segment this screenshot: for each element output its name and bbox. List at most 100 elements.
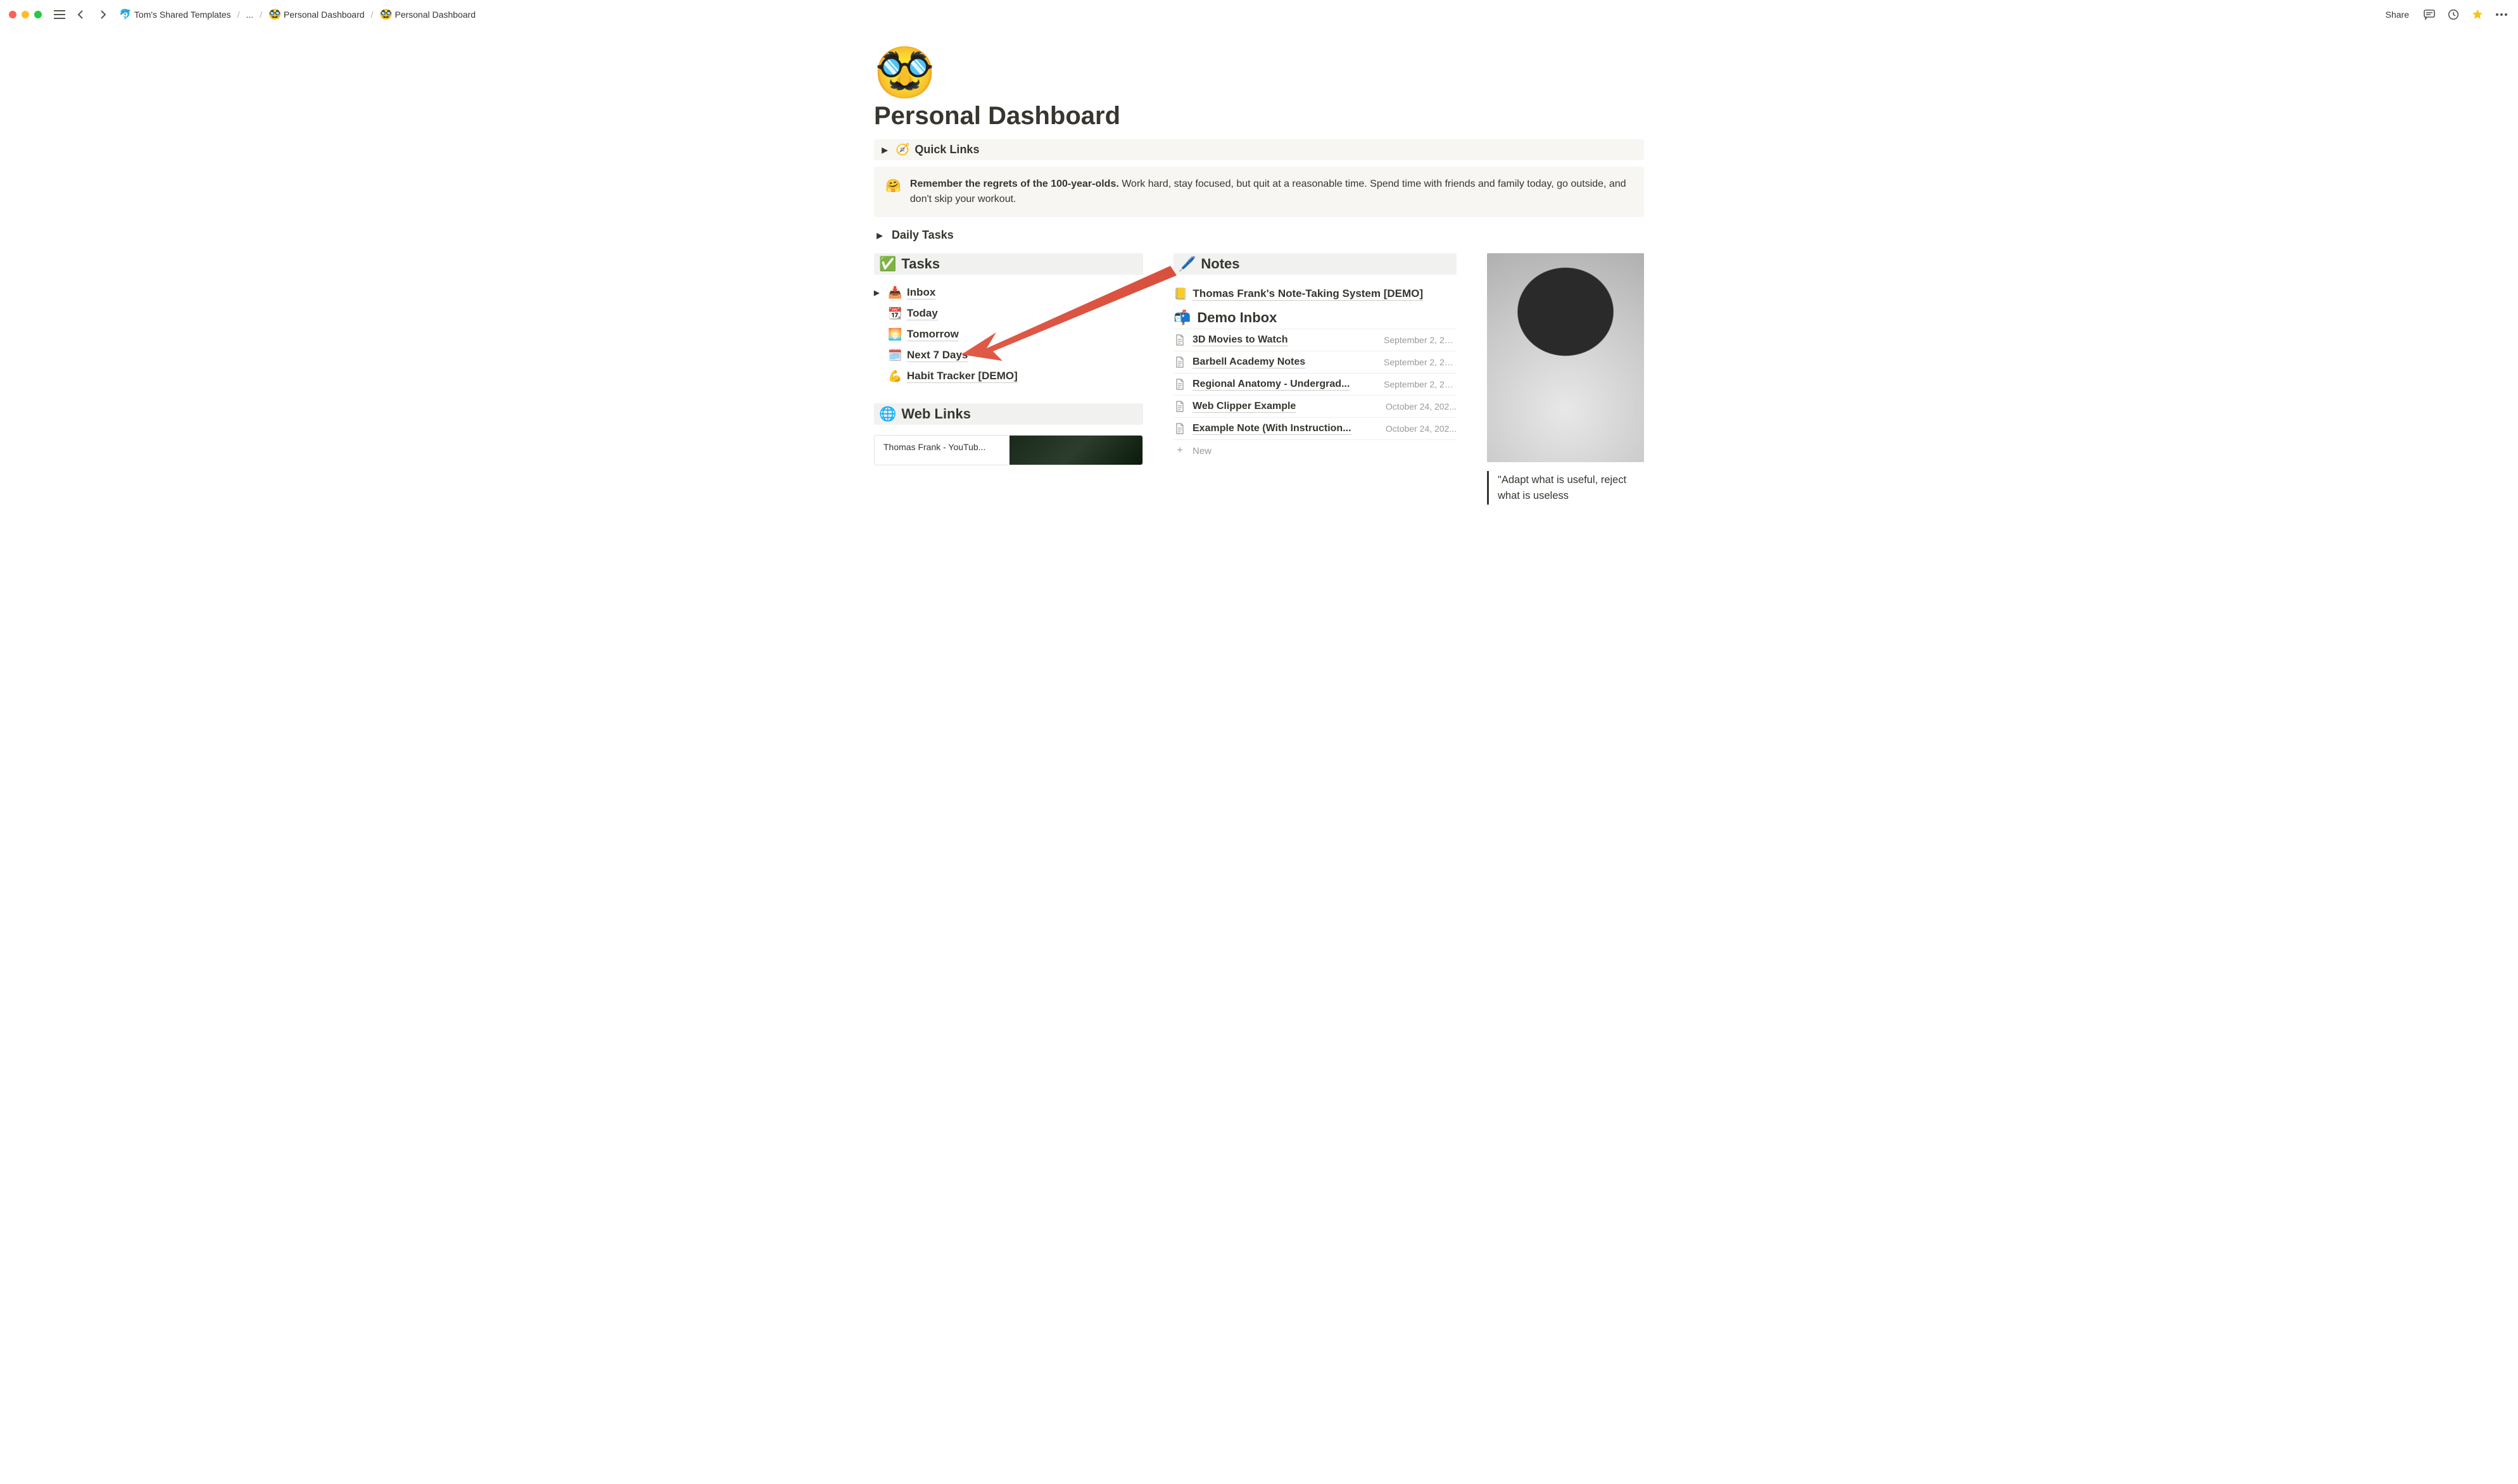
task-link-label: Next 7 Days	[907, 349, 968, 362]
comments-icon[interactable]	[2422, 7, 2437, 22]
document-icon	[1174, 378, 1186, 391]
favorite-star-icon[interactable]	[2470, 7, 2485, 22]
quote-block[interactable]: "Adapt what is useful, reject what is us…	[1487, 471, 1644, 505]
topbar-actions: Share	[2382, 7, 2509, 22]
web-bookmark[interactable]: Thomas Frank - YouTub...	[874, 435, 1143, 465]
new-note-button[interactable]: + New	[1174, 440, 1457, 462]
task-emoji-icon: 💪	[888, 370, 902, 383]
notebook-icon: 📒	[1174, 287, 1187, 301]
breadcrumb-leaf-label: Personal Dashboard	[395, 9, 476, 20]
document-icon	[1174, 422, 1186, 435]
breadcrumb-ellipsis[interactable]: ...	[243, 8, 256, 21]
callout-bold: Remember the regrets of the 100-year-old…	[910, 179, 1119, 189]
page-title[interactable]: Personal Dashboard	[874, 102, 1644, 130]
maximize-window-icon[interactable]	[34, 11, 42, 18]
task-emoji-icon: 📥	[888, 286, 902, 299]
updates-clock-icon[interactable]	[2446, 7, 2461, 22]
minimize-window-icon[interactable]	[22, 11, 29, 18]
breadcrumb-mid[interactable]: 🥸 Personal Dashboard	[266, 7, 367, 22]
breadcrumb: 🐬 Tom's Shared Templates / ... / 🥸 Perso…	[117, 7, 2376, 22]
note-title: Regional Anatomy - Undergrad...	[1193, 379, 1350, 391]
tasks-link-list: ▶ 📥 Inbox 📆Today 🌅 Tomorrow 🗓️ Next 7 Days 💪 Habi…	[874, 285, 1143, 384]
document-icon	[1174, 356, 1186, 368]
note-title: 3D Movies to Watch	[1193, 334, 1288, 346]
breadcrumb-separator: /	[237, 9, 240, 20]
note-row[interactable]: Barbell Academy Notes September 2, 20...	[1174, 351, 1457, 374]
task-link-label: Habit Tracker [DEMO]	[907, 370, 1018, 383]
task-emoji-icon: 🌅	[888, 328, 902, 341]
note-date: September 2, 20...	[1384, 357, 1457, 367]
window-controls[interactable]	[9, 11, 42, 18]
globe-icon: 🌐	[879, 406, 896, 422]
note-title: Barbell Academy Notes	[1193, 356, 1305, 368]
task-link-label: Tomorrow	[907, 328, 959, 341]
bruce-lee-image[interactable]	[1487, 253, 1644, 462]
hamburger-menu-icon[interactable]	[52, 7, 67, 22]
note-title: Example Note (With Instruction...	[1193, 423, 1351, 435]
forward-button[interactable]	[95, 7, 110, 22]
task-link-tomorrow[interactable]: 🌅 Tomorrow	[874, 327, 1143, 343]
tasks-column: ✅ Tasks ▶ 📥 Inbox 📆Today 🌅 Tomorrow 🗓️ Next 7 D…	[874, 253, 1143, 465]
breadcrumb-root[interactable]: 🐬 Tom's Shared Templates	[117, 7, 234, 22]
note-row[interactable]: Example Note (With Instruction... October…	[1174, 418, 1457, 440]
page-content: 🥸 Personal Dashboard ▶ 🧭 Quick Links 🤗 R…	[874, 28, 1644, 530]
close-window-icon[interactable]	[9, 11, 16, 18]
task-link-inbox[interactable]: ▶ 📥 Inbox	[874, 285, 1143, 301]
hugging-face-icon: 🤗	[885, 177, 901, 207]
note-system-link[interactable]: 📒 Thomas Frank's Note-Taking System [DEM…	[1174, 285, 1457, 303]
note-row[interactable]: Web Clipper Example October 24, 202...	[1174, 396, 1457, 418]
document-icon	[1174, 334, 1186, 346]
quick-links-toggle[interactable]: ▶ 🧭 Quick Links	[874, 139, 1644, 160]
note-row[interactable]: Regional Anatomy - Undergrad... September…	[1174, 374, 1457, 396]
reminder-callout[interactable]: 🤗 Remember the regrets of the 100-year-o…	[874, 167, 1644, 217]
caret-right-icon: ▶	[879, 146, 890, 154]
breadcrumb-separator: /	[371, 9, 374, 20]
note-date: October 24, 202...	[1386, 401, 1457, 412]
task-link-label: Inbox	[907, 286, 935, 299]
tasks-header-label: Tasks	[901, 256, 940, 272]
task-emoji-icon: 🗓️	[888, 349, 902, 362]
note-date: September 2, 20...	[1384, 335, 1457, 345]
plus-icon: +	[1174, 445, 1186, 456]
notes-column: 🖊️ Notes 📒 Thomas Frank's Note-Taking Sy…	[1174, 253, 1457, 462]
quote-text: "Adapt what is useful, reject what is us…	[1498, 474, 1626, 501]
task-link-next-7-days[interactable]: 🗓️ Next 7 Days	[874, 348, 1143, 363]
page-emoji-icon[interactable]: 🥸	[874, 47, 1644, 97]
topbar: 🐬 Tom's Shared Templates / ... / 🥸 Perso…	[0, 0, 2518, 28]
caret-right-icon: ▶	[874, 289, 883, 297]
note-date: October 24, 202...	[1386, 424, 1457, 434]
tasks-header[interactable]: ✅ Tasks	[874, 253, 1143, 275]
share-button[interactable]: Share	[2382, 8, 2413, 21]
disguise-face-icon: 🥸	[379, 8, 392, 21]
demo-inbox-heading[interactable]: 📬 Demo Inbox	[1174, 310, 1457, 326]
pen-icon: 🖊️	[1179, 256, 1196, 272]
document-icon	[1174, 400, 1186, 413]
task-link-today[interactable]: 📆Today	[874, 306, 1143, 322]
demo-inbox-label: Demo Inbox	[1197, 310, 1277, 326]
new-note-label: New	[1193, 446, 1212, 456]
caret-right-icon: ▶	[874, 231, 885, 240]
note-row[interactable]: 3D Movies to Watch September 2, 20...	[1174, 329, 1457, 351]
note-date: September 2, 20...	[1384, 379, 1457, 389]
daily-tasks-toggle[interactable]: ▶ Daily Tasks	[874, 226, 1644, 244]
note-system-link-label: Thomas Frank's Note-Taking System [DEMO]	[1193, 287, 1423, 301]
daily-tasks-label: Daily Tasks	[892, 229, 954, 242]
web-links-header-label: Web Links	[901, 406, 971, 422]
notes-header[interactable]: 🖊️ Notes	[1174, 253, 1457, 275]
breadcrumb-mid-label: Personal Dashboard	[284, 9, 365, 20]
quick-links-label: Quick Links	[914, 143, 979, 156]
task-link-habit-tracker-demo-[interactable]: 💪 Habit Tracker [DEMO]	[874, 368, 1143, 384]
bookmark-title: Thomas Frank - YouTub...	[875, 436, 1009, 465]
note-title: Web Clipper Example	[1193, 401, 1296, 413]
disguise-face-icon: 🥸	[269, 8, 281, 21]
bookmark-thumbnail	[1009, 436, 1142, 465]
task-link-label: Today	[907, 307, 938, 320]
back-button[interactable]	[73, 7, 89, 22]
dolphin-icon: 🐬	[119, 8, 132, 21]
aside-column: "Adapt what is useful, reject what is us…	[1487, 253, 1644, 505]
web-links-header[interactable]: 🌐 Web Links	[874, 403, 1143, 425]
breadcrumb-root-label: Tom's Shared Templates	[134, 9, 231, 20]
more-menu-icon[interactable]	[2494, 7, 2509, 22]
compass-icon: 🧭	[895, 143, 909, 156]
breadcrumb-leaf[interactable]: 🥸 Personal Dashboard	[377, 7, 478, 22]
